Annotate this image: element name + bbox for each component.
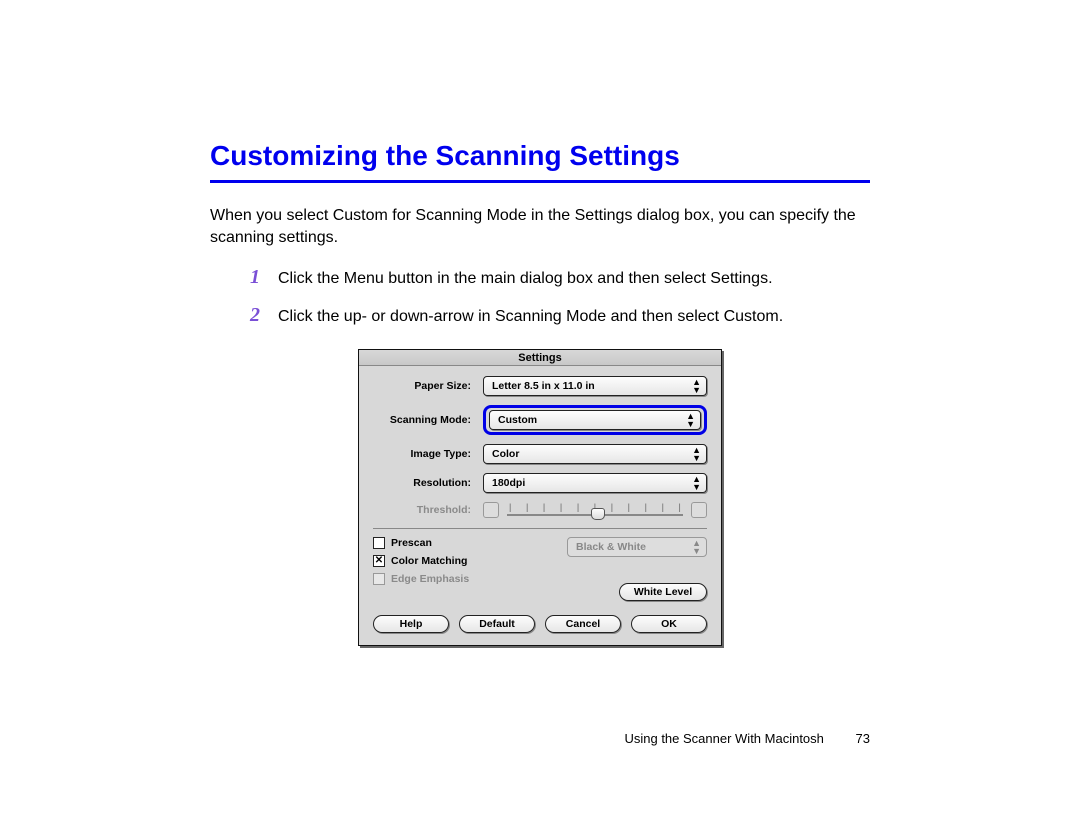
white-level-button[interactable]: White Level (619, 583, 707, 601)
threshold-decrement (483, 502, 499, 518)
image-type-value: Color (492, 448, 519, 460)
resolution-value: 180dpi (492, 477, 525, 489)
color-matching-label: Color Matching (391, 555, 467, 567)
updown-icon: ▲▼ (692, 378, 700, 394)
step-text: Click the Menu button in the main dialog… (278, 268, 773, 290)
step-text: Click the up- or down-arrow in Scanning … (278, 306, 783, 328)
heading-rule (210, 180, 870, 183)
scanning-mode-value: Custom (498, 414, 537, 426)
resolution-dropdown[interactable]: 180dpi ▲▼ (483, 473, 707, 493)
paper-size-label: Paper Size: (373, 380, 483, 392)
settings-dialog: Settings Paper Size: Letter 8.5 in x 11.… (358, 349, 722, 646)
edge-emphasis-checkbox (373, 573, 385, 585)
steps-list: 1 Click the Menu button in the main dial… (250, 266, 870, 327)
ok-button[interactable]: OK (631, 615, 707, 633)
dialog-title: Settings (359, 350, 721, 366)
scanning-mode-highlight: Custom ▲▼ (483, 405, 707, 435)
separator (373, 528, 707, 529)
intro-paragraph: When you select Custom for Scanning Mode… (210, 205, 870, 248)
updown-icon: ▲▼ (686, 412, 694, 428)
step-number: 2 (250, 304, 278, 327)
step-number: 1 (250, 266, 278, 289)
default-button[interactable]: Default (459, 615, 535, 633)
cancel-button[interactable]: Cancel (545, 615, 621, 633)
scanning-mode-label: Scanning Mode: (373, 414, 483, 426)
bw-dropdown: Black & White ▲▼ (567, 537, 707, 557)
threshold-slider: ||||||||||| (507, 502, 683, 518)
slider-thumb (591, 508, 605, 520)
edge-emphasis-label: Edge Emphasis (391, 573, 469, 585)
threshold-increment (691, 502, 707, 518)
resolution-label: Resolution: (373, 477, 483, 489)
paper-size-value: Letter 8.5 in x 11.0 in (492, 380, 595, 392)
prescan-checkbox[interactable] (373, 537, 385, 549)
footer-page-number: 73 (856, 731, 870, 746)
image-type-dropdown[interactable]: Color ▲▼ (483, 444, 707, 464)
updown-icon: ▲▼ (692, 475, 700, 491)
scanning-mode-dropdown[interactable]: Custom ▲▼ (489, 410, 701, 430)
footer-section: Using the Scanner With Macintosh (624, 731, 823, 746)
updown-icon: ▲▼ (692, 539, 700, 555)
step-item: 2 Click the up- or down-arrow in Scannin… (250, 304, 870, 328)
paper-size-dropdown[interactable]: Letter 8.5 in x 11.0 in ▲▼ (483, 376, 707, 396)
page-footer: Using the Scanner With Macintosh 73 (624, 731, 870, 746)
threshold-label: Threshold: (373, 504, 483, 516)
updown-icon: ▲▼ (692, 446, 700, 462)
image-type-label: Image Type: (373, 448, 483, 460)
step-item: 1 Click the Menu button in the main dial… (250, 266, 870, 290)
prescan-label: Prescan (391, 537, 432, 549)
color-matching-checkbox[interactable] (373, 555, 385, 567)
bw-value: Black & White (576, 541, 646, 553)
help-button[interactable]: Help (373, 615, 449, 633)
page-heading: Customizing the Scanning Settings (210, 140, 870, 172)
